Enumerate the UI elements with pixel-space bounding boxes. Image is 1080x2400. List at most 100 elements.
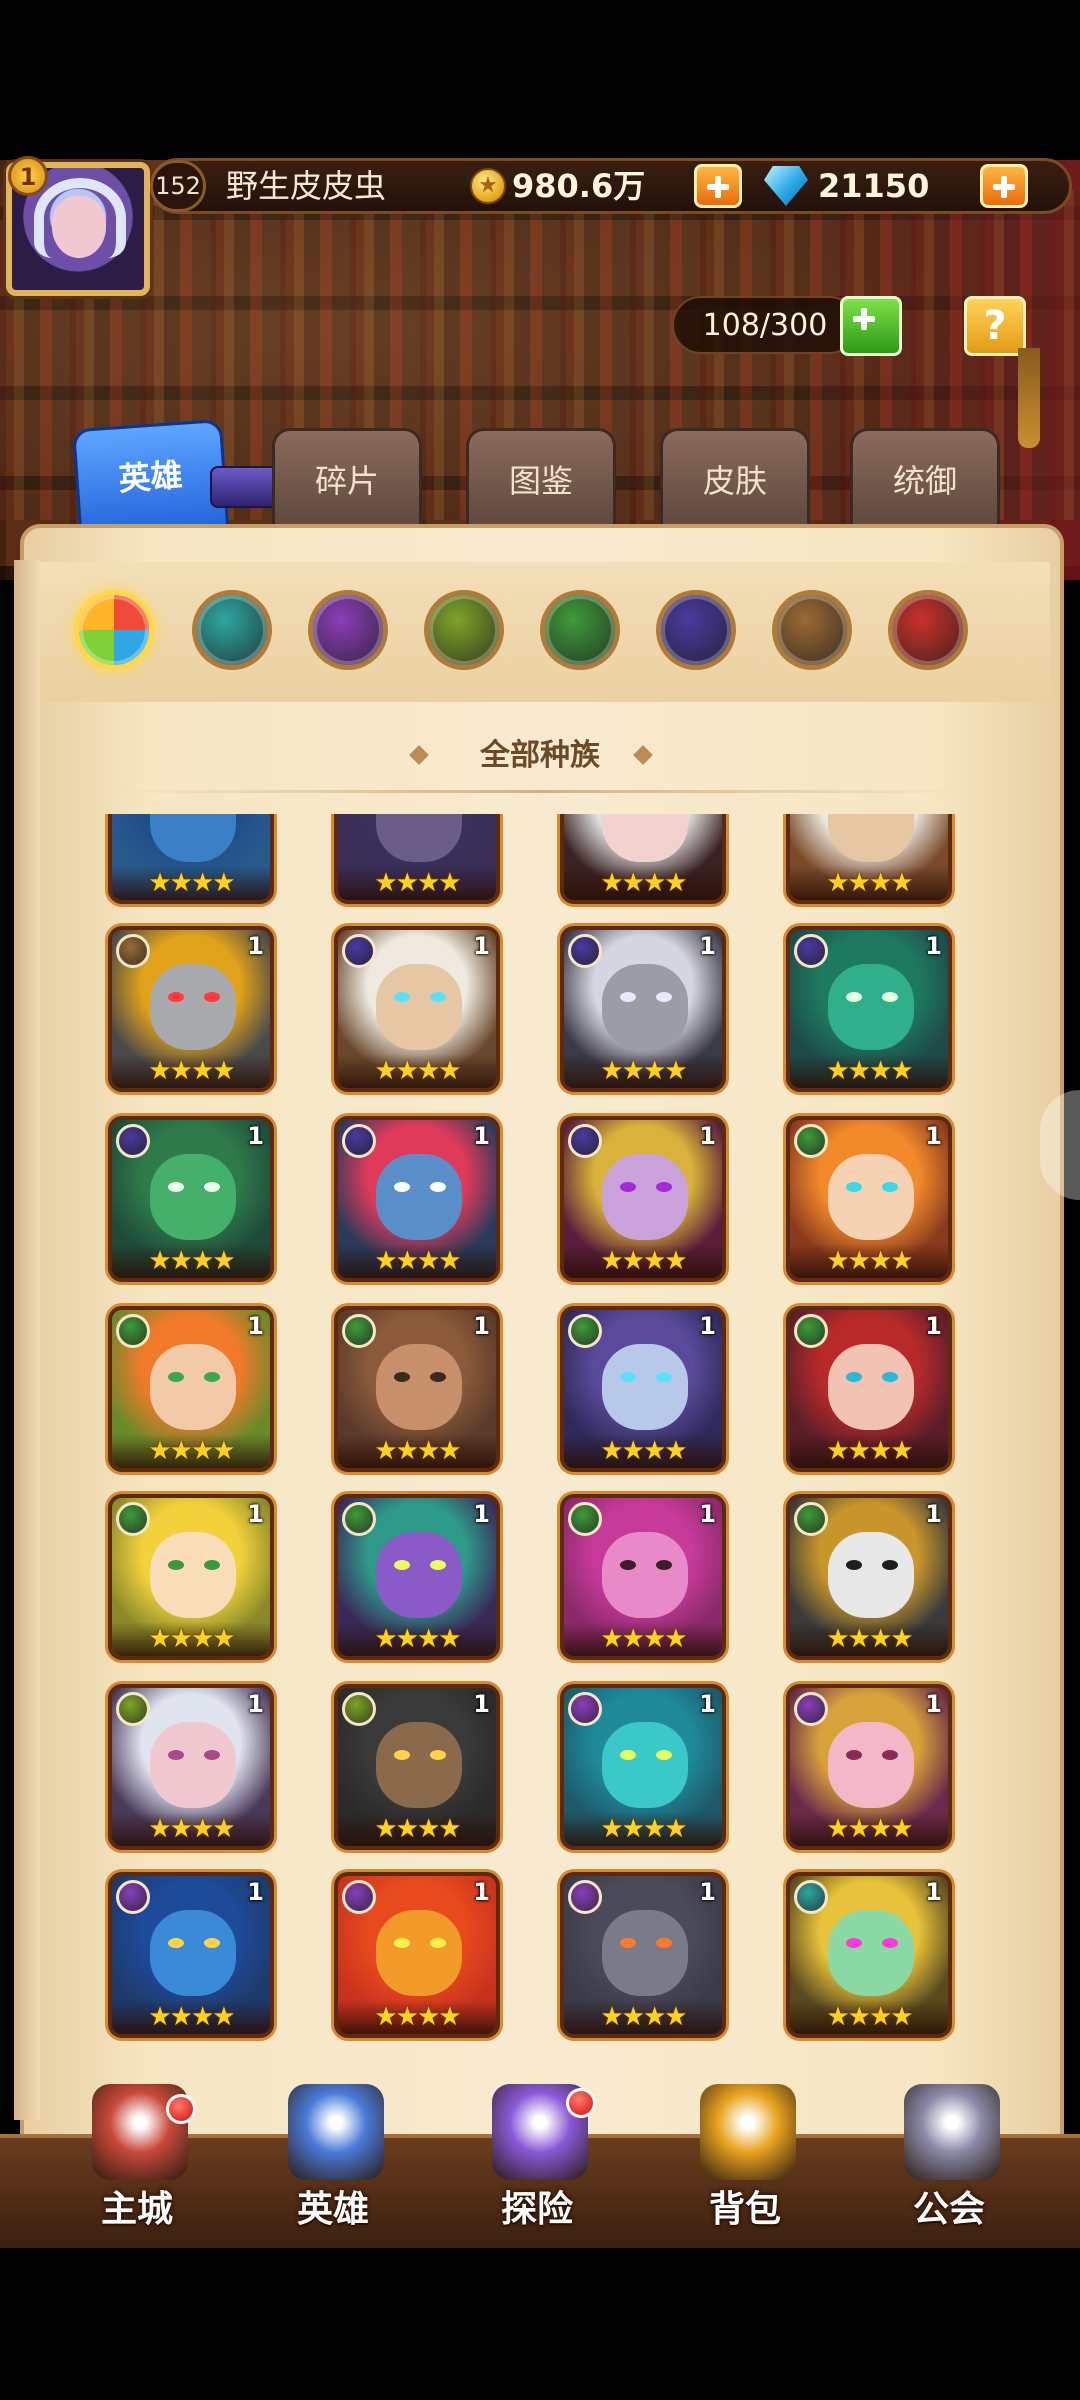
hero-eye — [430, 1182, 446, 1192]
hero-count: 1 — [247, 1122, 264, 1150]
hero-eye — [656, 1372, 672, 1382]
hero-card[interactable]: 1 ★★★★ — [560, 1116, 726, 1282]
star-rating: ★★★★ — [338, 2000, 496, 2034]
hero-eye — [394, 992, 410, 1002]
hero-eye — [204, 1372, 220, 1382]
star-rating: ★★★★ — [112, 1244, 270, 1278]
hero-eye — [168, 992, 184, 1002]
hero-card[interactable]: 1 ★★★★ — [108, 1494, 274, 1660]
guild-tower-icon — [904, 2084, 1000, 2180]
hero-eye — [656, 1750, 672, 1760]
demon-faction-icon[interactable] — [656, 590, 736, 670]
hero-card[interactable]: 1 ★★★★ — [786, 1684, 952, 1850]
star-rating: ★★★★ — [112, 2000, 270, 2034]
hero-card[interactable]: ★★★★ — [108, 814, 274, 904]
hero-eye — [846, 1750, 862, 1760]
hero-card[interactable]: 1 ★★★★ — [108, 1306, 274, 1472]
hero-card[interactable]: ★★★★ — [560, 814, 726, 904]
expand-capacity-button[interactable] — [840, 296, 902, 356]
hero-card[interactable]: ★★★★ — [786, 814, 952, 904]
star-rating: ★★★★ — [790, 1244, 948, 1278]
shadow-drop-icon[interactable] — [308, 590, 388, 670]
hero-face — [150, 1154, 236, 1240]
star-rating: ★★★★ — [790, 1434, 948, 1468]
hero-card[interactable]: 1 ★★★★ — [786, 1306, 952, 1472]
hero-card[interactable]: 1 ★★★★ — [334, 926, 500, 1092]
faction-badge-icon — [116, 1502, 150, 1536]
hero-face — [150, 1910, 236, 1996]
tab-collection[interactable]: 图鉴 — [466, 428, 616, 536]
nav-item-guild-tower[interactable]: 公会 — [874, 2084, 1024, 2244]
star-rating: ★★★★ — [564, 1434, 722, 1468]
hero-count: 1 — [473, 932, 490, 960]
hero-eye — [394, 1750, 410, 1760]
eye-faction-icon[interactable] — [424, 590, 504, 670]
faction-badge-icon — [568, 934, 602, 968]
hero-card[interactable]: 1 ★★★★ — [334, 1494, 500, 1660]
hero-count: 1 — [247, 1500, 264, 1528]
hero-eye — [656, 1560, 672, 1570]
help-button[interactable]: ? — [964, 296, 1026, 356]
hero-face — [376, 1344, 462, 1430]
faction-badge-icon — [794, 1124, 828, 1158]
hero-eye — [882, 1750, 898, 1760]
tab-command[interactable]: 统御 — [850, 428, 1000, 536]
forest-winged-icon[interactable] — [192, 590, 272, 670]
hero-card[interactable]: ★★★★ — [334, 814, 500, 904]
hero-card[interactable]: 1 ★★★★ — [786, 1116, 952, 1282]
hero-card[interactable]: 1 ★★★★ — [786, 1494, 952, 1660]
hero-card[interactable]: 1 ★★★★ — [334, 1306, 500, 1472]
nav-label: 主城 — [100, 2189, 173, 2230]
hero-face — [376, 1722, 462, 1808]
nav-item-portal[interactable]: 探险 — [462, 2084, 612, 2244]
hero-eye — [620, 1372, 636, 1382]
hero-card[interactable]: 1 ★★★★ — [334, 1116, 500, 1282]
faction-badge-icon — [568, 1502, 602, 1536]
hero-card[interactable]: 1 ★★★★ — [560, 1306, 726, 1472]
star-rating: ★★★★ — [338, 1622, 496, 1656]
hero-card[interactable]: 1 ★★★★ — [560, 1684, 726, 1850]
hero-count: 1 — [699, 1690, 716, 1718]
hero-eye — [168, 1560, 184, 1570]
hero-capacity: 108/300 — [672, 296, 858, 354]
nav-label: 探险 — [500, 2189, 573, 2230]
hero-card[interactable]: 1 ★★★★ — [786, 1872, 952, 2038]
add-gold-button[interactable] — [694, 164, 742, 208]
star-rating: ★★★★ — [112, 1054, 270, 1088]
hero-eye — [882, 1560, 898, 1570]
all-factions-icon[interactable] — [74, 590, 154, 670]
hero-card[interactable]: 1 ★★★★ — [108, 1116, 274, 1282]
faction-badge-icon — [116, 1692, 150, 1726]
nav-item-castle[interactable]: 主城 — [62, 2084, 212, 2244]
nav-item-backpack[interactable]: 背包 — [670, 2084, 820, 2244]
hero-face — [376, 964, 462, 1050]
add-gems-button[interactable] — [980, 164, 1028, 208]
hero-eye — [846, 1938, 862, 1948]
hero-card[interactable]: 1 ★★★★ — [108, 926, 274, 1092]
tab-skins[interactable]: 皮肤 — [660, 428, 810, 536]
tab-fragments[interactable]: 碎片 — [272, 428, 422, 536]
faction-badge-icon — [342, 934, 376, 968]
faction-badge-icon — [794, 1692, 828, 1726]
fire-faction-icon[interactable] — [888, 590, 968, 670]
star-rating: ★★★★ — [338, 1812, 496, 1846]
hero-card[interactable]: 1 ★★★★ — [334, 1872, 500, 2038]
hero-card[interactable]: 1 ★★★★ — [334, 1684, 500, 1850]
hero-card[interactable]: 1 ★★★★ — [786, 926, 952, 1092]
hero-eye — [656, 1182, 672, 1192]
hero-eye — [656, 1938, 672, 1948]
hero-card[interactable]: 1 ★★★★ — [108, 1872, 274, 2038]
wheel-faction-icon[interactable] — [772, 590, 852, 670]
leaf-faction-icon[interactable] — [540, 590, 620, 670]
hero-card[interactable]: 1 ★★★★ — [108, 1684, 274, 1850]
hero-count: 1 — [247, 1690, 264, 1718]
hero-card[interactable]: 1 ★★★★ — [560, 926, 726, 1092]
hero-eye — [846, 1560, 862, 1570]
hero-face — [376, 1532, 462, 1618]
hero-card[interactable]: 1 ★★★★ — [560, 1872, 726, 2038]
nav-item-hero[interactable]: 英雄 — [258, 2084, 408, 2244]
hero-face — [602, 1532, 688, 1618]
hero-face — [150, 1532, 236, 1618]
star-rating: ★★★★ — [564, 1812, 722, 1846]
hero-card[interactable]: 1 ★★★★ — [560, 1494, 726, 1660]
